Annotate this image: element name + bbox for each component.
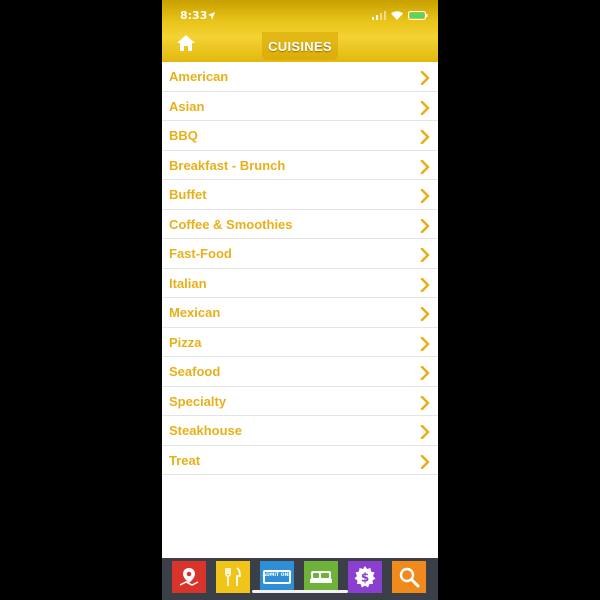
chevron-right-icon <box>420 395 430 410</box>
map-pin-icon <box>178 566 200 588</box>
list-item-label: Treat <box>169 452 201 468</box>
chevron-right-icon <box>420 247 430 263</box>
list-item[interactable]: Asian <box>162 92 438 121</box>
signal-icon <box>372 10 386 23</box>
chevron-right-icon <box>420 188 430 204</box>
list-item-label: Seafood <box>169 364 221 379</box>
tab-search[interactable] <box>392 561 426 593</box>
tab-ticket[interactable]: ADMIT ONE <box>260 561 294 593</box>
tab-dollar[interactable]: $ <box>348 561 382 593</box>
home-indicator <box>252 590 348 593</box>
list-item[interactable]: Treat <box>162 446 438 475</box>
status-icons <box>372 10 428 23</box>
list-item-label: American <box>169 69 229 84</box>
location-arrow-icon <box>208 10 215 23</box>
list-item-label: Mexican <box>169 305 221 320</box>
home-button[interactable] <box>176 33 196 53</box>
tab-bed[interactable] <box>304 561 338 593</box>
tab-bar: ADMIT ONE $ <box>162 558 438 600</box>
chevron-right-icon <box>420 454 430 469</box>
list-item-label: Italian <box>169 275 207 291</box>
list-item-label: Asian <box>169 98 205 114</box>
status-bar: 8:33 <box>162 0 438 30</box>
app-header: 8:33 CUISINES <box>162 0 438 62</box>
list-item[interactable]: BBQ <box>162 121 438 151</box>
page-title: CUISINES <box>268 38 332 54</box>
svg-text:$: $ <box>361 571 369 585</box>
chevron-right-icon <box>420 336 430 351</box>
phone-screen: 8:33 CUISINES American Asian BBQ Breakfa… <box>162 0 438 600</box>
list-item-label: Steakhouse <box>169 423 242 438</box>
chevron-right-icon <box>420 129 430 145</box>
list-item[interactable]: Steakhouse <box>162 416 438 446</box>
list-item-label: Coffee & Smoothies <box>169 216 293 232</box>
list-item-label: Fast-Food <box>169 246 232 261</box>
ticket-label: ADMIT ONE <box>262 573 292 578</box>
list-item-label: Breakfast - Brunch <box>169 157 286 173</box>
list-item[interactable]: Italian <box>162 269 438 298</box>
bed-icon <box>309 567 333 587</box>
home-icon <box>177 35 195 51</box>
list-item-label: Buffet <box>169 187 207 202</box>
list-item-label: Pizza <box>169 334 202 350</box>
list-item[interactable]: Breakfast - Brunch <box>162 151 438 180</box>
chevron-right-icon <box>420 218 430 233</box>
search-icon <box>398 566 420 588</box>
list-item-label: Specialty <box>169 393 227 409</box>
chevron-right-icon <box>420 70 430 86</box>
title-tab: CUISINES <box>262 32 338 60</box>
chevron-right-icon <box>420 100 430 115</box>
list-item[interactable]: Seafood <box>162 357 438 387</box>
list-item-label: BBQ <box>169 128 198 143</box>
list-item[interactable]: Specialty <box>162 387 438 416</box>
list-item[interactable]: Pizza <box>162 328 438 357</box>
list-item[interactable]: Mexican <box>162 298 438 328</box>
chevron-right-icon <box>420 365 430 381</box>
status-time: 8:33 <box>180 9 208 22</box>
fork-knife-icon <box>222 566 244 588</box>
tab-fork-knife[interactable] <box>216 561 250 593</box>
chevron-right-icon <box>420 159 430 174</box>
chevron-right-icon <box>420 306 430 322</box>
chevron-right-icon <box>420 277 430 292</box>
cuisine-list: American Asian BBQ Breakfast - Brunch Buffet… <box>162 62 438 475</box>
dollar-icon: $ <box>353 565 377 589</box>
list-item[interactable]: Buffet <box>162 180 438 210</box>
list-item[interactable]: Fast-Food <box>162 239 438 269</box>
chevron-right-icon <box>420 424 430 440</box>
list-item[interactable]: American <box>162 62 438 92</box>
ticket-icon: ADMIT ONE <box>262 567 292 587</box>
list-item[interactable]: Coffee & Smoothies <box>162 210 438 239</box>
battery-icon <box>408 10 428 23</box>
wifi-icon <box>391 10 403 23</box>
tab-map-pin[interactable] <box>172 561 206 593</box>
